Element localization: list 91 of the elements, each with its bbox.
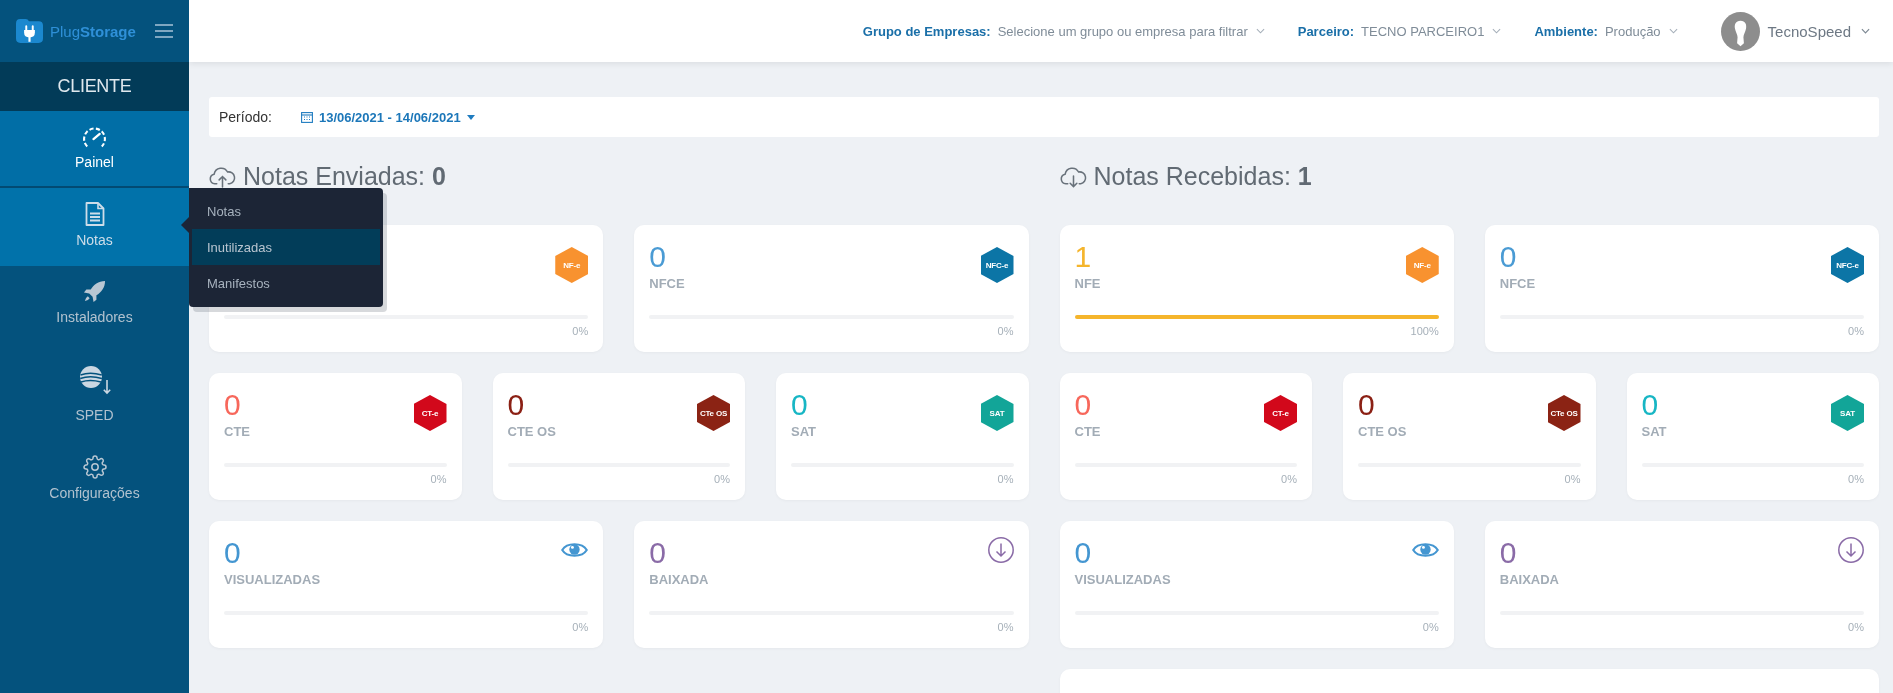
- stat-label: CTE: [224, 424, 250, 440]
- document-type-badge: SAT: [1831, 395, 1864, 431]
- period-label: Período:: [219, 109, 272, 125]
- submenu-item[interactable]: Notas: [192, 193, 380, 229]
- filter-label: Grupo de Empresas:: [862, 23, 991, 39]
- document-type-badge: SAT: [980, 395, 1014, 431]
- document-icon: [84, 202, 105, 226]
- stat-label: VISUALIZADAS: [1074, 572, 1171, 588]
- progress-percent: 0%: [1280, 472, 1297, 486]
- download-circle-icon: [987, 537, 1014, 563]
- date-range-picker[interactable]: 13/06/2021 - 14/06/2021: [300, 109, 475, 125]
- avatar-icon: [1720, 11, 1760, 51]
- document-type-badge: NFC-e: [1831, 247, 1864, 283]
- stat-label: CTE OS: [507, 424, 556, 440]
- document-type-badge: CTe OS: [1547, 395, 1581, 431]
- stat-value: 0: [649, 241, 667, 273]
- stat-value: 0: [1074, 389, 1093, 421]
- calendar-icon: [300, 111, 313, 123]
- gauge-icon: [82, 125, 107, 148]
- filter-dropdown[interactable]: Selecione um grupo ou empresa para filtrar: [997, 23, 1265, 39]
- progress-percent: 100%: [1409, 324, 1439, 338]
- logo-text: PlugStorage: [50, 22, 136, 40]
- filter-label: Ambiente:: [1534, 23, 1598, 39]
- sidebar-item[interactable]: Painel: [0, 111, 189, 188]
- stat-label: BAIXADA: [1499, 572, 1559, 588]
- progress-percent: 0%: [571, 620, 589, 634]
- filter-label: Parceiro:: [1297, 23, 1355, 39]
- rocket-icon: [83, 280, 106, 303]
- stat-label: NFE: [1074, 276, 1101, 292]
- progress-percent: 0%: [571, 324, 589, 338]
- eye-icon: [1411, 541, 1439, 559]
- stat-label: CTE: [1074, 424, 1101, 440]
- stat-value: 0: [1499, 537, 1518, 569]
- menu-icon[interactable]: [154, 24, 173, 38]
- stat-value: 0: [1074, 537, 1093, 569]
- section-title: Notas Enviadas: 0: [243, 162, 446, 190]
- sidebar-item[interactable]: SPED: [0, 343, 189, 441]
- stat-value: 0: [1499, 241, 1518, 273]
- stat-value: 1: [1074, 241, 1093, 273]
- settings-icon: [82, 455, 107, 479]
- progress-percent: 0%: [429, 472, 447, 486]
- progress-percent: 0%: [1847, 324, 1864, 338]
- filter-dropdown[interactable]: Produção: [1604, 23, 1678, 39]
- stat-label: NFCE: [649, 276, 685, 292]
- document-type-badge: NF-e: [555, 247, 589, 283]
- download-circle-icon: [1838, 537, 1864, 563]
- chevron-down-icon: [1668, 28, 1678, 34]
- progress-percent: 0%: [713, 472, 730, 486]
- progress-percent: 0%: [1563, 472, 1581, 486]
- stat-label: CTE OS: [1358, 424, 1407, 440]
- stat-value: 0: [224, 537, 242, 569]
- progress-percent: 0%: [1847, 620, 1864, 634]
- stat-value: 0: [1358, 389, 1376, 421]
- cloud-download-icon: [1059, 164, 1087, 188]
- progress-percent: 0%: [1847, 472, 1864, 486]
- chevron-down-icon: [1255, 28, 1265, 34]
- sidebar-item[interactable]: Notas: [0, 188, 189, 266]
- progress-percent: 0%: [1421, 620, 1439, 634]
- stat-value: 0: [507, 389, 526, 421]
- document-type-badge: CT-e: [1264, 395, 1297, 431]
- user-menu[interactable]: TecnoSpeed: [1720, 11, 1870, 51]
- sphere-download-icon: [78, 365, 111, 395]
- chevron-down-icon: [1492, 28, 1502, 34]
- stat-value: 0: [791, 389, 809, 421]
- sidebar-item[interactable]: Instaladores: [0, 266, 189, 343]
- stat-value: 0: [649, 537, 667, 569]
- stat-value: 0: [1641, 389, 1660, 421]
- stat-label: NFCE: [1499, 276, 1536, 292]
- filter-dropdown[interactable]: TECNO PARCEIRO1: [1361, 23, 1502, 39]
- sidebar-section-title: CLIENTE: [0, 62, 189, 111]
- progress-percent: 0%: [996, 472, 1014, 486]
- submenu-item[interactable]: Manifestos: [192, 265, 380, 301]
- document-type-badge: NF-e: [1405, 247, 1439, 283]
- stat-label: BAIXADA: [649, 572, 709, 588]
- cloud-upload-icon: [209, 164, 236, 188]
- stat-value: 0: [224, 389, 242, 421]
- plug-logo-icon: [16, 19, 43, 43]
- document-type-badge: CT-e: [413, 395, 447, 431]
- section-title: Notas Recebidas: 1: [1093, 162, 1312, 190]
- stat-label: SAT: [791, 424, 817, 440]
- progress-percent: 0%: [996, 620, 1014, 634]
- stat-label: VISUALIZADAS: [224, 572, 321, 588]
- chevron-down-icon: [1861, 28, 1870, 34]
- document-type-badge: CTe OS: [697, 395, 730, 431]
- caret-down-icon: [466, 114, 475, 120]
- submenu-item[interactable]: Inutilizadas: [192, 229, 380, 265]
- progress-percent: 0%: [996, 324, 1014, 338]
- stat-label: SAT: [1641, 424, 1667, 440]
- eye-icon: [561, 541, 589, 559]
- sidebar-item[interactable]: Configurações: [0, 441, 189, 519]
- document-type-badge: NFC-e: [980, 247, 1014, 283]
